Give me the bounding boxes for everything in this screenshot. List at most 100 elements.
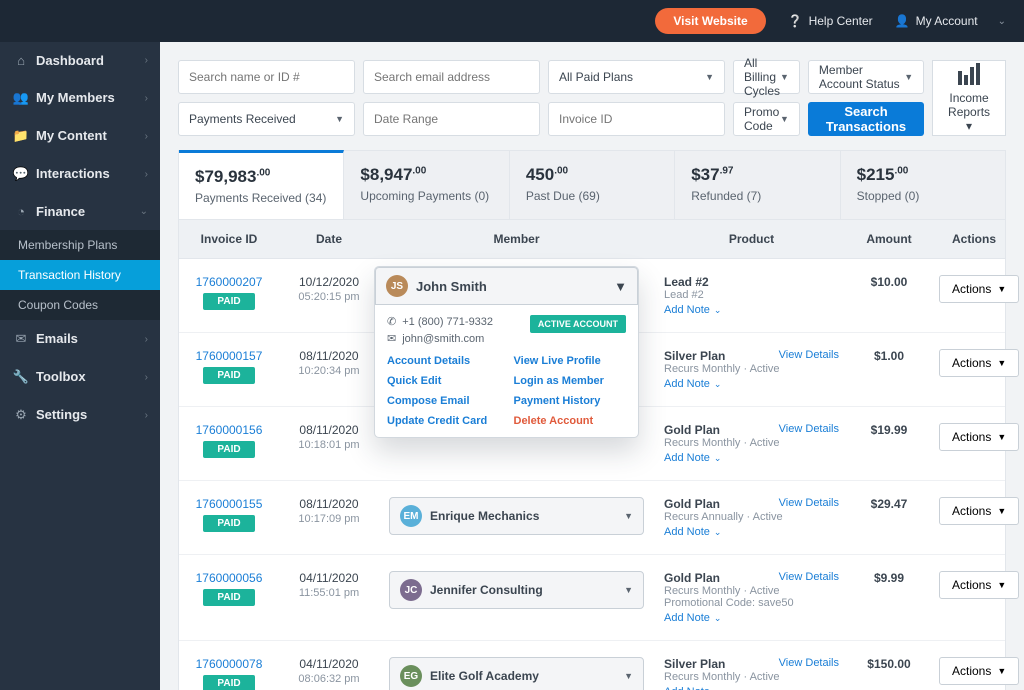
table-row: 1760000056PAID04/11/202011:55:01 pmJCJen… — [179, 555, 1005, 641]
nav-my-content[interactable]: 📁My Content› — [0, 117, 160, 155]
nav-settings[interactable]: ⚙Settings› — [0, 396, 160, 434]
invoice-id-link[interactable]: 1760000155 — [189, 497, 269, 511]
delete-account-link[interactable]: Delete Account — [514, 415, 627, 427]
invoice-id-link[interactable]: 1760000078 — [189, 657, 269, 671]
sub-membership-plans[interactable]: Membership Plans — [0, 230, 160, 260]
invoice-id-link[interactable]: 1760000157 — [189, 349, 269, 363]
col-product: Product — [654, 220, 849, 258]
nav-my-members[interactable]: 👥My Members› — [0, 79, 160, 117]
summary-tab[interactable]: $215.00Stopped (0) — [841, 151, 1005, 219]
add-note-link[interactable]: Add Note ⌄ — [664, 612, 721, 624]
my-account-link[interactable]: 👤 My Account ⌄ — [895, 14, 1006, 28]
row-actions-button[interactable]: Actions ▼ — [939, 423, 1019, 451]
sub-transaction-history[interactable]: Transaction History — [0, 260, 160, 290]
wrench-icon: 🔧 — [12, 369, 30, 385]
view-live-profile-link[interactable]: View Live Profile — [514, 355, 627, 367]
invoice-id-link[interactable]: 1760000207 — [189, 275, 269, 289]
member-popover-header[interactable]: JS John Smith ▼ — [375, 267, 638, 305]
paid-badge: PAID — [203, 441, 254, 458]
login-as-member-link[interactable]: Login as Member — [514, 375, 627, 387]
add-note-link[interactable]: Add Note ⌄ — [664, 686, 721, 690]
row-actions-button[interactable]: Actions ▼ — [939, 275, 1019, 303]
sidebar: ⌂Dashboard› 👥My Members› 📁My Content› 💬I… — [0, 42, 160, 690]
product-sub: Recurs Annually · Active — [664, 511, 839, 523]
date-cell: 04/11/202008:06:32 pm — [279, 641, 379, 690]
chevron-down-icon: ⌄ — [714, 527, 722, 538]
plans-select[interactable]: All Paid Plans▼ — [548, 60, 725, 94]
payment-history-link[interactable]: Payment History — [514, 395, 627, 407]
view-details-link[interactable]: View Details — [779, 349, 839, 361]
view-details-link[interactable]: View Details — [779, 571, 839, 583]
income-reports-button[interactable]: Income Reports ▾ — [932, 60, 1006, 136]
tab-caption: Upcoming Payments (0) — [360, 189, 492, 203]
col-member: Member — [379, 220, 654, 258]
member-pill[interactable]: EGElite Golf Academy▼ — [389, 657, 644, 690]
visit-website-button[interactable]: Visit Website — [655, 8, 765, 34]
invoice-id-link[interactable]: 1760000056 — [189, 571, 269, 585]
nav-emails[interactable]: ✉Emails› — [0, 320, 160, 358]
caret-down-icon: ▼ — [997, 580, 1006, 590]
nav-toolbox[interactable]: 🔧Toolbox› — [0, 358, 160, 396]
add-note-link[interactable]: Add Note ⌄ — [664, 378, 721, 390]
promo-select[interactable]: Promo Code▼ — [733, 102, 800, 136]
date-range-input[interactable] — [363, 102, 540, 136]
member-name: Enrique Mechanics — [430, 509, 616, 523]
status-select[interactable]: Member Account Status▼ — [808, 60, 924, 94]
caret-down-icon: ▼ — [624, 671, 633, 681]
product-sub: Recurs Monthly · Active — [664, 671, 839, 683]
phone-icon: ✆ — [387, 315, 396, 328]
envelope-icon: ✉ — [387, 332, 396, 345]
row-actions-button[interactable]: Actions ▼ — [939, 349, 1019, 377]
invoice-id-link[interactable]: 1760000156 — [189, 423, 269, 437]
chevron-down-icon: ⌄ — [714, 613, 722, 624]
nav-finance[interactable]: ◔Finance⌄ — [0, 193, 160, 230]
summary-tab[interactable]: $37.97Refunded (7) — [675, 151, 840, 219]
payments-select[interactable]: Payments Received▼ — [178, 102, 355, 136]
nav-dashboard[interactable]: ⌂Dashboard› — [0, 42, 160, 79]
member-pill[interactable]: EMEnrique Mechanics▼ — [389, 497, 644, 535]
add-note-link[interactable]: Add Note ⌄ — [664, 452, 721, 464]
view-details-link[interactable]: View Details — [779, 657, 839, 669]
search-name-input[interactable] — [178, 60, 355, 94]
billing-cycles-select[interactable]: All Billing Cycles▼ — [733, 60, 800, 94]
help-center-link[interactable]: ❔ Help Center — [788, 14, 873, 28]
chevron-right-icon: › — [145, 131, 148, 142]
tab-amount: 450.00 — [526, 165, 658, 185]
chevron-down-icon: ⌄ — [714, 305, 722, 316]
search-transactions-button[interactable]: Search Transactions — [808, 102, 924, 136]
row-actions-button[interactable]: Actions ▼ — [939, 571, 1019, 599]
add-note-link[interactable]: Add Note ⌄ — [664, 304, 721, 316]
invoice-id-input[interactable] — [548, 102, 725, 136]
search-email-input[interactable] — [363, 60, 540, 94]
finance-submenu: Membership Plans Transaction History Cou… — [0, 230, 160, 320]
update-credit-card-link[interactable]: Update Credit Card — [387, 415, 500, 427]
summary-tab[interactable]: $79,983.00Payments Received (34) — [179, 150, 344, 219]
member-name: Jennifer Consulting — [430, 583, 616, 597]
account-details-link[interactable]: Account Details — [387, 355, 500, 367]
view-details-link[interactable]: View Details — [779, 497, 839, 509]
amount-cell: $1.00 — [849, 333, 929, 406]
avatar: EG — [400, 665, 422, 687]
add-note-link[interactable]: Add Note ⌄ — [664, 526, 721, 538]
view-details-link[interactable]: View Details — [779, 423, 839, 435]
member-pill[interactable]: JCJennifer Consulting▼ — [389, 571, 644, 609]
col-invoice: Invoice ID — [179, 220, 279, 258]
quick-edit-link[interactable]: Quick Edit — [387, 375, 500, 387]
topbar: Visit Website ❔ Help Center 👤 My Account… — [0, 0, 1024, 42]
caret-down-icon: ▼ — [997, 358, 1006, 368]
caret-down-icon: ▼ — [997, 432, 1006, 442]
compose-email-link[interactable]: Compose Email — [387, 395, 500, 407]
summary-tab[interactable]: $8,947.00Upcoming Payments (0) — [344, 151, 509, 219]
sub-coupon-codes[interactable]: Coupon Codes — [0, 290, 160, 320]
gear-icon: ⚙ — [12, 407, 30, 423]
row-actions-button[interactable]: Actions ▼ — [939, 497, 1019, 525]
col-date: Date — [279, 220, 379, 258]
chevron-right-icon: › — [145, 55, 148, 66]
tab-caption: Refunded (7) — [691, 189, 823, 203]
amount-cell: $10.00 — [849, 259, 929, 332]
row-actions-button[interactable]: Actions ▼ — [939, 657, 1019, 685]
chevron-down-icon: ⌄ — [714, 687, 722, 690]
tab-caption: Stopped (0) — [857, 189, 989, 203]
nav-interactions[interactable]: 💬Interactions› — [0, 155, 160, 193]
summary-tab[interactable]: 450.00Past Due (69) — [510, 151, 675, 219]
